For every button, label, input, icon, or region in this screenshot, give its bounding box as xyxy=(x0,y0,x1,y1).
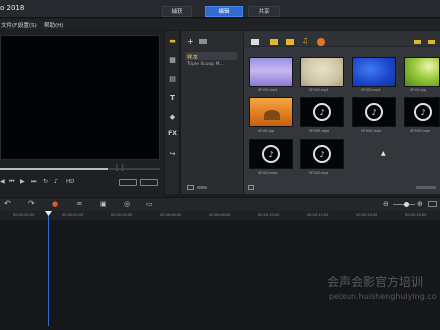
ruler-tick: 00:00:06:00 xyxy=(160,213,182,217)
add-folder-button[interactable]: + xyxy=(187,37,194,46)
library-item-video-2[interactable] xyxy=(300,57,344,87)
library-item-label: SP-S01.mpa xyxy=(258,171,278,175)
motion-tracking-icon[interactable]: ◎ xyxy=(124,200,130,208)
zoom-in-icon[interactable]: ⊕ xyxy=(417,200,423,208)
watermark-url: peixun.huishenghuiying.co xyxy=(329,292,437,301)
folder-view-icon[interactable] xyxy=(199,39,207,44)
timecode-display[interactable] xyxy=(119,179,137,186)
watermark-title: 会声会影官方培训 xyxy=(327,275,424,289)
library-item-label: SP-M03.mpa xyxy=(410,129,430,133)
zoom-slider-handle[interactable] xyxy=(404,202,409,207)
view-thumbnail-icon[interactable] xyxy=(428,40,435,44)
fit-project-icon[interactable] xyxy=(428,201,437,207)
ruler-tick: 00:00:04:00 xyxy=(111,213,133,217)
preview-window xyxy=(0,35,160,160)
library-item-video-3[interactable] xyxy=(352,57,396,87)
library-item-label: SP-M01.mpa xyxy=(309,129,329,133)
browse-icon[interactable] xyxy=(187,185,194,190)
hd-toggle[interactable]: HD xyxy=(66,178,74,186)
media-folder-icon[interactable]: ▬ xyxy=(168,37,177,45)
folder-project[interactable]: Triple Scoop M... xyxy=(187,62,224,67)
library-item-label: SP-M02.mpa xyxy=(361,129,381,133)
mouse-cursor-icon: ▲ xyxy=(381,150,386,157)
prev-frame-icon[interactable]: ◀ xyxy=(0,178,5,186)
library-item-audio-3[interactable]: ♪ xyxy=(404,97,440,127)
menu-file[interactable]: 文件(F) xyxy=(1,21,19,29)
library-item-audio-1[interactable]: ♪ xyxy=(300,97,344,127)
ruler-tick: 00:00:00:00 xyxy=(13,213,35,217)
library-item-label: SP-V01.mp4 xyxy=(258,88,278,92)
play-icon[interactable]: ▶ xyxy=(20,178,25,186)
ruler-tick: 00:00:10:00 xyxy=(258,213,280,217)
import-folder-icon[interactable] xyxy=(251,39,259,45)
library-item-image-2[interactable] xyxy=(249,97,293,127)
record-icon[interactable] xyxy=(317,38,325,46)
library-item-label: SP-S02.mpa xyxy=(309,171,329,175)
rewind-icon[interactable]: ⏮ xyxy=(9,178,14,186)
volume-icon[interactable]: ♪ xyxy=(54,178,58,186)
audio-disc-icon: ♪ xyxy=(313,103,331,121)
window-controls xyxy=(405,5,437,13)
audio-disc-icon: ♪ xyxy=(262,145,280,163)
show-audio-icon[interactable]: ♫ xyxy=(302,37,308,45)
title-icon[interactable]: T xyxy=(168,94,177,102)
audio-disc-icon: ♪ xyxy=(313,145,331,163)
menu-help[interactable]: 帮助(H) xyxy=(44,21,63,29)
library-item-label: SP-V02.mp4 xyxy=(309,88,329,92)
library-item-video-1[interactable] xyxy=(249,57,293,87)
record-capture-icon[interactable]: ● xyxy=(52,200,58,208)
menu-bar xyxy=(0,19,440,30)
scrubber-bar[interactable] xyxy=(0,168,108,170)
view-list-icon[interactable] xyxy=(414,40,421,44)
transition-icon[interactable]: ▤ xyxy=(168,75,177,83)
tab-share[interactable]: 共享 xyxy=(248,6,280,17)
forward-icon[interactable]: ⏭ xyxy=(31,178,36,186)
timeline-toolbar xyxy=(0,197,440,211)
sound-mixer-icon[interactable]: ♒ xyxy=(76,200,82,208)
library-item-label: SP-I01.jpg xyxy=(410,88,426,92)
tab-edit[interactable]: 编辑 xyxy=(205,6,243,17)
menu-settings[interactable]: 设置(S) xyxy=(18,21,37,29)
browse-label xyxy=(197,186,207,189)
library-item-audio-2[interactable]: ♪ xyxy=(352,97,396,127)
undo-icon[interactable]: ↶ xyxy=(4,200,11,208)
timecode-counter[interactable] xyxy=(140,179,158,186)
redo-icon[interactable]: ↷ xyxy=(28,200,35,208)
landscape-shape xyxy=(264,110,280,120)
app-title: o 2018 xyxy=(0,4,25,12)
video-editor-window: o 2018 捕获 编辑 共享 文件(F) 设置(S) 帮助(H) [ ] ◀ … xyxy=(0,0,440,330)
library-item-image-1[interactable] xyxy=(404,57,440,87)
audio-disc-icon: ♪ xyxy=(414,103,432,121)
fx-filter-icon[interactable]: FX xyxy=(168,130,177,138)
ruler-tick: 00:00:16:00 xyxy=(405,213,427,217)
show-video-icon[interactable] xyxy=(270,39,278,45)
library-options-icon[interactable] xyxy=(248,185,254,190)
ruler-tick: 00:00:02:00 xyxy=(62,213,84,217)
playhead-line[interactable] xyxy=(48,211,49,326)
repeat-icon[interactable]: ↻ xyxy=(43,178,48,186)
tab-capture[interactable]: 捕获 xyxy=(162,6,192,17)
ruler-tick: 00:00:08:00 xyxy=(209,213,231,217)
audio-disc-icon: ♪ xyxy=(365,103,383,121)
library-item-audio-5[interactable]: ♪ xyxy=(300,139,344,169)
library-item-label: SP-V03.mp4 xyxy=(361,88,381,92)
ruler-tick: 00:00:12:00 xyxy=(307,213,329,217)
ruler-tick: 00:00:14:00 xyxy=(356,213,378,217)
library-item-label: SP-I02.jpg xyxy=(258,129,274,133)
scrubber-remaining xyxy=(108,168,160,170)
show-photo-icon[interactable] xyxy=(286,39,294,45)
zoom-out-icon[interactable]: ⊖ xyxy=(383,200,389,208)
instant-project-icon[interactable]: ▦ xyxy=(168,56,177,64)
auto-music-icon[interactable]: ▣ xyxy=(100,200,107,208)
folder-sample-label: 样本 xyxy=(187,55,199,61)
library-item-audio-4[interactable]: ♪ xyxy=(249,139,293,169)
path-icon[interactable]: ↪ xyxy=(168,150,177,158)
thumbnail-size-slider[interactable] xyxy=(416,186,436,189)
graphic-icon[interactable]: ◆ xyxy=(168,113,177,121)
subtitle-editor-icon[interactable]: ▭ xyxy=(146,200,153,208)
